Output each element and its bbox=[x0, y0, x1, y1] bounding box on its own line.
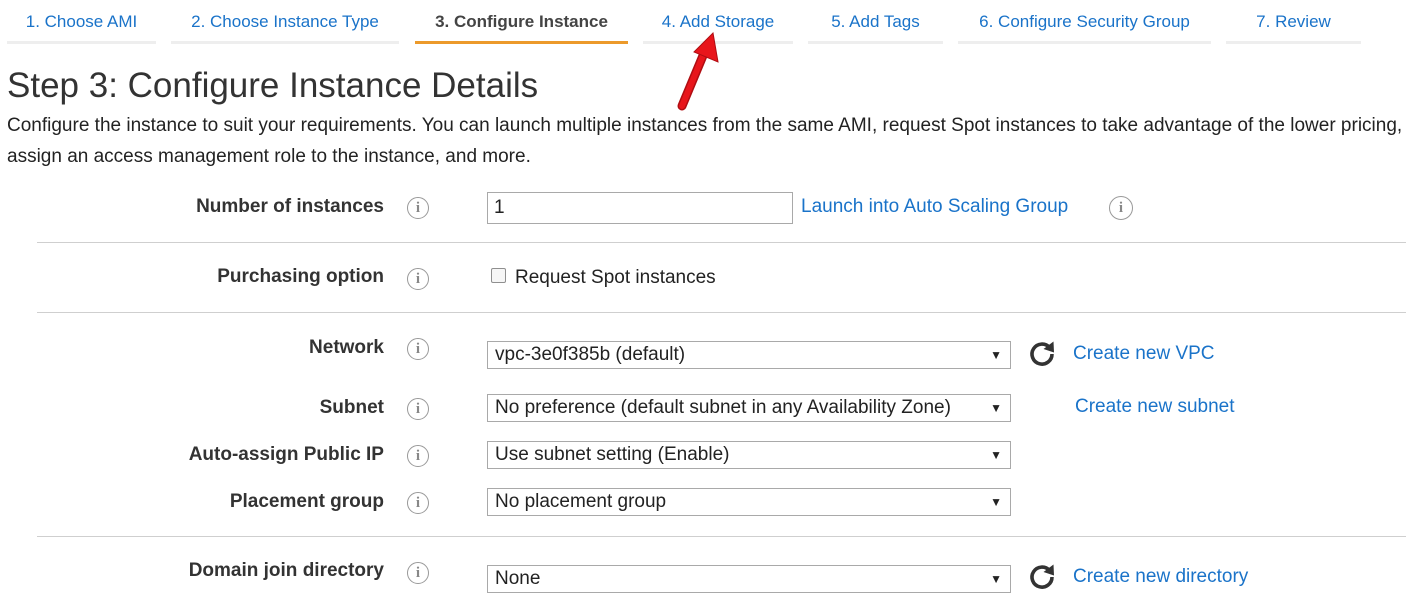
info-icon[interactable]: i bbox=[407, 338, 429, 360]
subnet-label: Subnet bbox=[319, 397, 384, 418]
section-divider bbox=[37, 536, 1406, 537]
number-of-instances-label: Number of instances bbox=[196, 196, 384, 217]
tab-add-tags[interactable]: 5. Add Tags bbox=[808, 0, 943, 44]
domain-join-directory-label: Domain join directory bbox=[188, 560, 384, 581]
subnet-select-value: No preference (default subnet in any Ava… bbox=[495, 397, 951, 418]
placement-group-select[interactable]: No placement group ▼ bbox=[487, 488, 1011, 516]
page-description: Configure the instance to suit your requ… bbox=[7, 115, 1403, 167]
create-new-subnet-link[interactable]: Create new subnet bbox=[1075, 396, 1235, 418]
placement-group-value: No placement group bbox=[495, 491, 667, 512]
auto-assign-public-ip-select[interactable]: Use subnet setting (Enable) ▼ bbox=[487, 441, 1011, 469]
tab-configure-security-group[interactable]: 6. Configure Security Group bbox=[958, 0, 1211, 44]
info-icon[interactable]: i bbox=[407, 197, 429, 219]
page-title: Step 3: Configure Instance Details bbox=[7, 66, 539, 105]
chevron-down-icon: ▼ bbox=[990, 448, 1002, 462]
network-select[interactable]: vpc-3e0f385b (default) ▼ bbox=[487, 341, 1011, 369]
purchasing-option-label: Purchasing option bbox=[217, 266, 384, 287]
tab-choose-ami[interactable]: 1. Choose AMI bbox=[7, 0, 156, 44]
info-icon[interactable]: i bbox=[407, 445, 429, 467]
network-select-value: vpc-3e0f385b (default) bbox=[495, 344, 686, 365]
section-divider bbox=[37, 312, 1406, 313]
subnet-select[interactable]: No preference (default subnet in any Ava… bbox=[487, 394, 1011, 422]
number-of-instances-input[interactable] bbox=[487, 192, 793, 224]
placement-group-label: Placement group bbox=[229, 491, 384, 512]
network-label: Network bbox=[309, 337, 384, 358]
refresh-icon[interactable] bbox=[1028, 340, 1056, 368]
info-icon[interactable]: i bbox=[407, 268, 429, 290]
info-icon[interactable]: i bbox=[407, 492, 429, 514]
tab-configure-instance[interactable]: 3. Configure Instance bbox=[415, 0, 628, 44]
annotation-arrow-icon bbox=[677, 31, 719, 111]
request-spot-instances-label[interactable]: Request Spot instances bbox=[515, 267, 716, 289]
chevron-down-icon: ▼ bbox=[986, 395, 1002, 421]
tab-review[interactable]: 7. Review bbox=[1226, 0, 1361, 44]
info-icon[interactable]: i bbox=[407, 562, 429, 584]
chevron-down-icon: ▼ bbox=[990, 572, 1002, 586]
tab-choose-instance-type[interactable]: 2. Choose Instance Type bbox=[171, 0, 399, 44]
domain-join-directory-value: None bbox=[495, 568, 541, 589]
info-icon[interactable]: i bbox=[407, 398, 429, 420]
section-divider bbox=[37, 242, 1406, 243]
auto-assign-public-ip-value: Use subnet setting (Enable) bbox=[495, 444, 730, 465]
request-spot-instances-checkbox[interactable] bbox=[491, 268, 506, 283]
domain-join-directory-select[interactable]: None ▼ bbox=[487, 565, 1011, 593]
info-icon[interactable]: i bbox=[1109, 196, 1133, 220]
launch-auto-scaling-group-link[interactable]: Launch into Auto Scaling Group bbox=[801, 196, 1068, 218]
auto-assign-public-ip-label: Auto-assign Public IP bbox=[188, 444, 384, 465]
chevron-down-icon: ▼ bbox=[990, 348, 1002, 362]
chevron-down-icon: ▼ bbox=[990, 495, 1002, 509]
create-new-vpc-link[interactable]: Create new VPC bbox=[1073, 343, 1215, 365]
refresh-icon[interactable] bbox=[1028, 563, 1056, 591]
create-new-directory-link[interactable]: Create new directory bbox=[1073, 566, 1248, 588]
